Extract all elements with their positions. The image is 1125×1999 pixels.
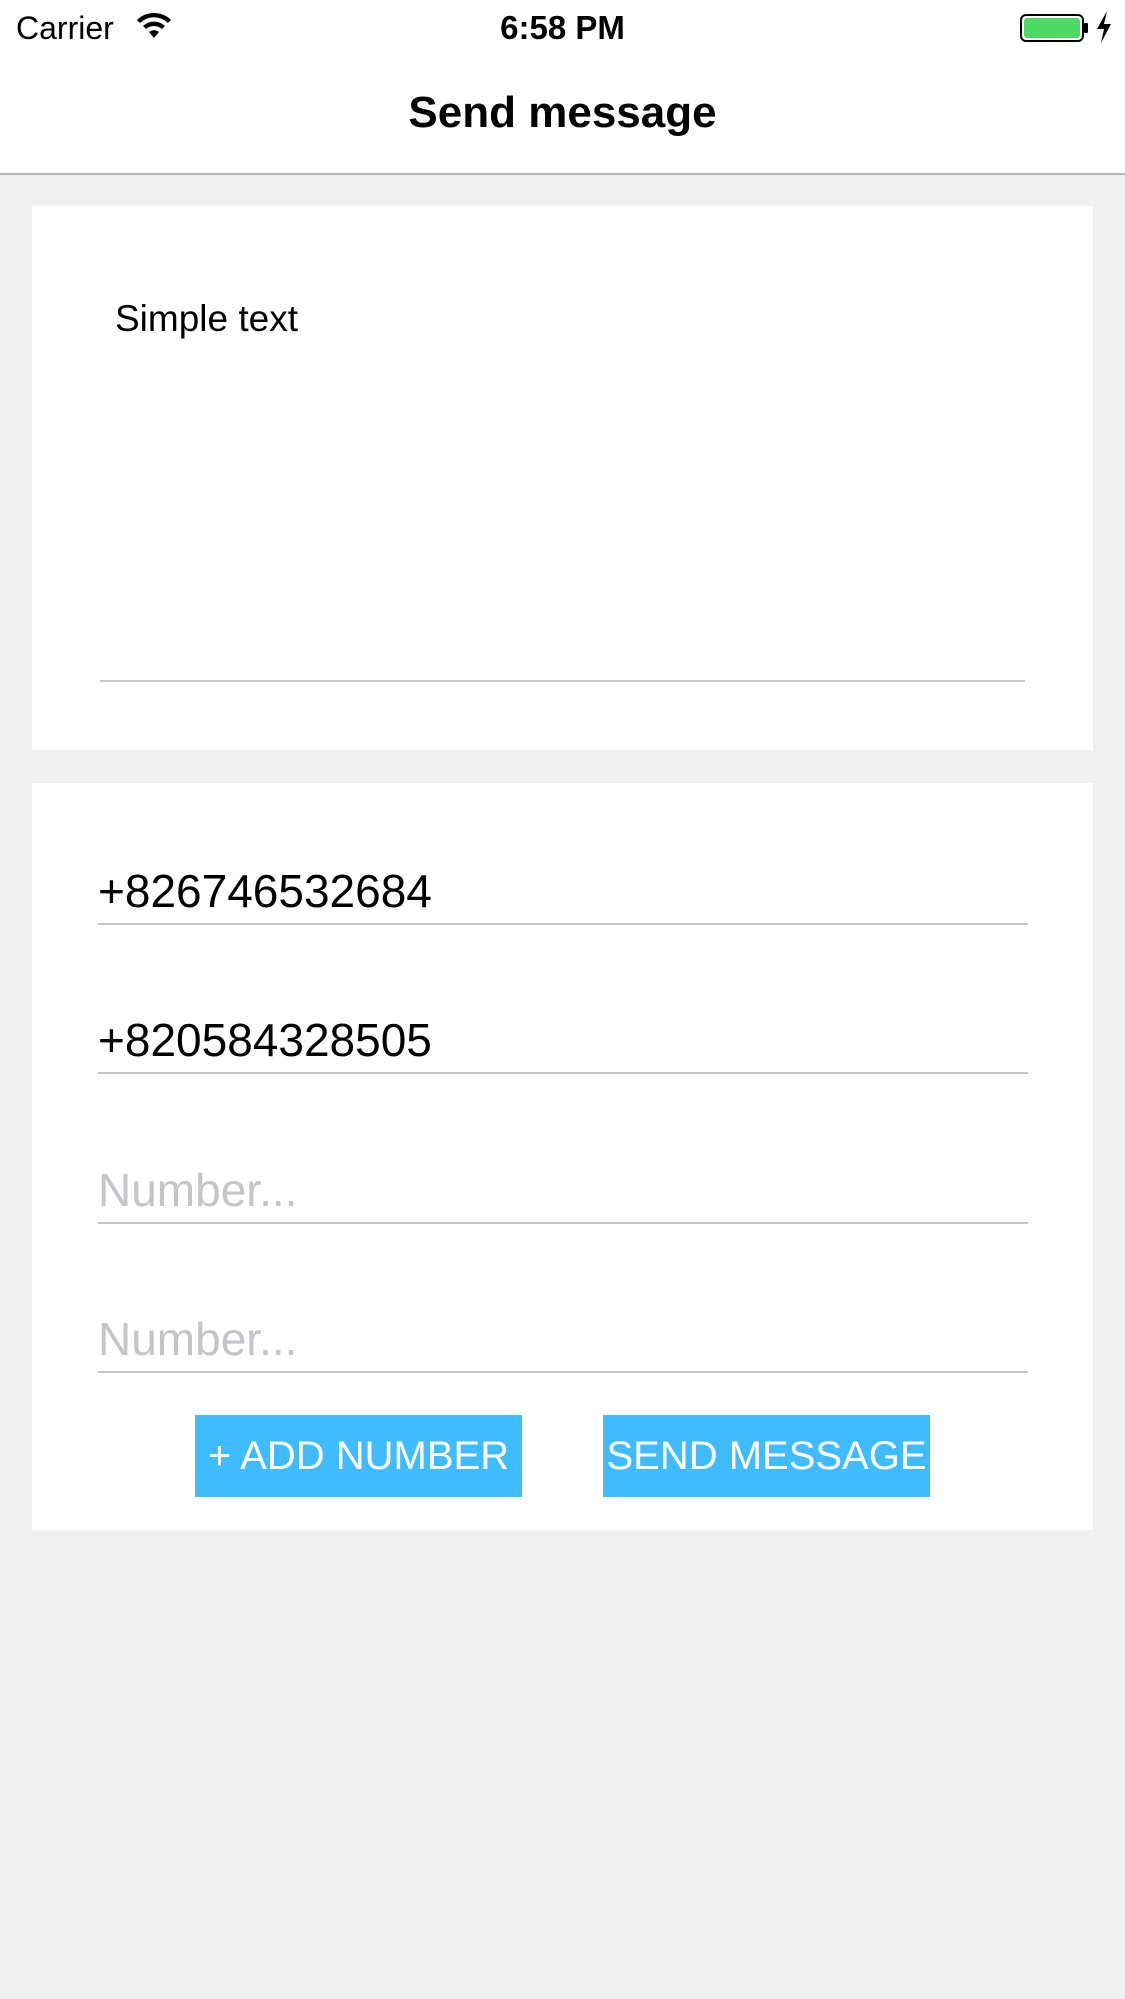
number-field-3[interactable]: Number...: [98, 1162, 1028, 1224]
message-text-area[interactable]: Simple text: [115, 296, 1015, 342]
send-message-button[interactable]: SEND MESSAGE: [603, 1415, 930, 1497]
add-number-button[interactable]: + ADD NUMBER: [195, 1415, 522, 1497]
number-field-1[interactable]: +826746532684: [98, 863, 1028, 925]
message-divider: [100, 680, 1025, 682]
message-card: Simple text: [32, 206, 1093, 750]
status-time: 6:58 PM: [500, 9, 625, 46]
battery-charging-icon: [1020, 14, 1088, 42]
page-title: Send message: [408, 88, 717, 137]
numbers-card: +826746532684 +820584328505 Number... Nu…: [32, 783, 1093, 1530]
charging-bolt-icon: [1097, 11, 1111, 43]
status-bar: Carrier 6:58 PM: [0, 0, 1125, 58]
navigation-bar: Send message: [0, 58, 1125, 175]
number-field-4[interactable]: Number...: [98, 1311, 1028, 1373]
number-field-2[interactable]: +820584328505: [98, 1012, 1028, 1074]
